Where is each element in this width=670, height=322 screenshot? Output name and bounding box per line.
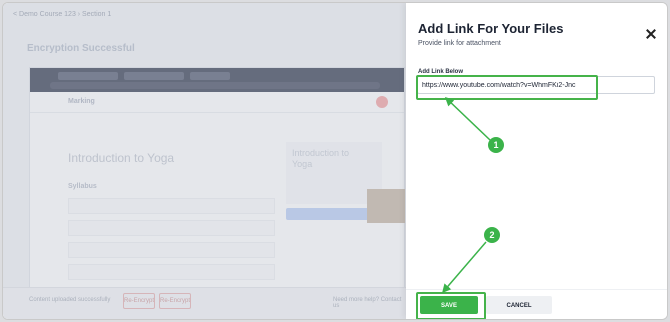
cancel-button[interactable]: CANCEL [486, 296, 552, 314]
app-frame: < Demo Course 123 › Section 1 Encryption… [2, 2, 668, 320]
step-marker-2: 2 [484, 227, 500, 243]
link-input[interactable] [417, 76, 655, 94]
add-link-panel: Add Link For Your Files Provide link for… [406, 3, 667, 319]
close-icon[interactable] [644, 28, 658, 42]
panel-title: Add Link For Your Files [418, 21, 564, 36]
save-button[interactable]: SAVE [420, 296, 478, 314]
modal-overlay[interactable] [3, 3, 406, 319]
panel-subtitle: Provide link for attachment [418, 40, 501, 47]
step-marker-1: 1 [488, 137, 504, 153]
link-field-label: Add Link Below [418, 69, 463, 75]
